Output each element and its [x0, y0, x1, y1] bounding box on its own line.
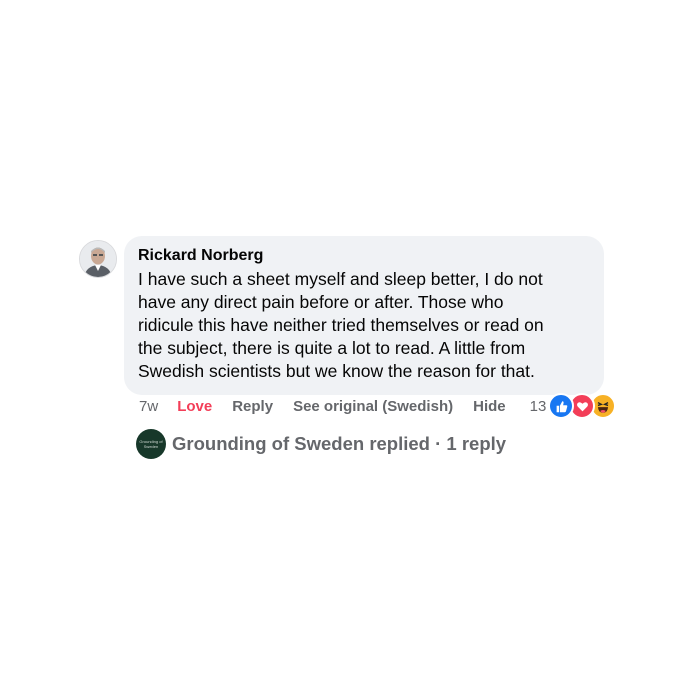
reply-button[interactable]: Reply [232, 398, 273, 415]
comment-text-line: ridicule this have neither tried themsel… [138, 315, 544, 335]
comment-text-line: the subject, there is quite a lot to rea… [138, 338, 526, 358]
reaction-count: 13 [529, 397, 547, 415]
page-avatar: Grounding of Sweden [136, 429, 166, 459]
comment-bubble: Rickard Norberg I have such a sheet myse… [124, 236, 604, 395]
replies-link[interactable]: Grounding of Sweden Grounding of Sweden … [136, 429, 506, 459]
reaction-icons [548, 393, 617, 419]
comment-text-line: have any direct pain before or after. Th… [138, 292, 504, 312]
comment-text: I have such a sheet myself and sleep bet… [138, 268, 590, 383]
love-reaction-button[interactable]: Love [177, 398, 212, 415]
comment-text-line: Swedish scientists but we know the reaso… [138, 361, 535, 381]
see-original-button[interactable]: See original (Swedish) [293, 398, 453, 415]
comment-text-line: I have such a sheet myself and sleep bet… [138, 269, 543, 289]
reactions-summary[interactable]: 13 [530, 393, 617, 419]
author-avatar[interactable] [79, 240, 117, 278]
replies-summary[interactable]: Grounding of Sweden replied · 1 reply [172, 433, 506, 455]
hide-button[interactable]: Hide [473, 398, 506, 415]
comment-actions: 7w Love Reply See original (Swedish) Hid… [139, 393, 617, 419]
comment-timestamp[interactable]: 7w [139, 398, 158, 415]
person-photo-icon [80, 241, 116, 277]
comment-author-name[interactable]: Rickard Norberg [138, 245, 590, 266]
like-icon [548, 393, 575, 419]
page-avatar-logo-text: Grounding of Sweden [139, 439, 163, 449]
